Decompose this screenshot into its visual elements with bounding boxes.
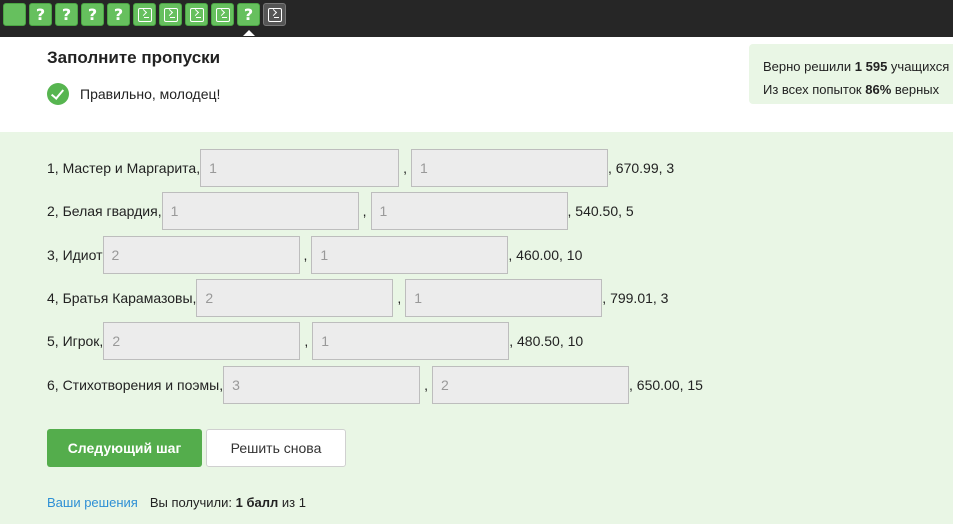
step-11[interactable]	[263, 3, 286, 26]
terminal-icon	[267, 7, 282, 22]
row-suffix: , 670.99, 3	[608, 160, 675, 176]
your-solutions-link[interactable]: Ваши решения	[47, 495, 138, 510]
step-9[interactable]	[211, 3, 234, 26]
row-prefix: 2, Белая гвардия,	[47, 203, 162, 219]
step-2[interactable]: ?	[29, 3, 52, 26]
gap-input[interactable]: 1	[161, 192, 359, 230]
gap-input[interactable]: 2	[196, 279, 394, 317]
step-1[interactable]	[3, 3, 26, 26]
gap-row: 5, Игрок, 2 , 1 , 480.50, 10	[47, 322, 583, 360]
gap-input[interactable]: 2	[103, 322, 301, 360]
gap-input[interactable]: 1	[411, 149, 609, 187]
checkmark-icon	[47, 83, 69, 105]
gap-row: 3, Идиот 2 , 1 , 460.00, 10	[47, 236, 582, 274]
stats-label: верных	[891, 82, 940, 97]
step-3[interactable]: ?	[55, 3, 78, 26]
gap-input[interactable]: 1	[405, 279, 603, 317]
row-separator: ,	[403, 160, 408, 176]
gap-row: 6, Стихотворения и поэмы, 3 , 2 , 650.00…	[47, 366, 703, 404]
gap-input[interactable]: 1	[370, 192, 568, 230]
gap-input[interactable]: 1	[311, 236, 509, 274]
row-prefix: 6, Стихотворения и поэмы,	[47, 377, 224, 393]
stats-label: учащихся	[887, 59, 950, 74]
step-8[interactable]	[185, 3, 208, 26]
step-header: Заполните пропуски Правильно, молодец! В…	[0, 37, 953, 132]
question-icon: ?	[87, 5, 98, 24]
stats-label: Из всех попыток	[763, 82, 866, 97]
question-icon: ?	[61, 5, 72, 24]
row-separator: ,	[362, 203, 367, 219]
question-icon: ?	[35, 5, 46, 24]
step-5[interactable]: ?	[107, 3, 130, 26]
row-separator: ,	[397, 290, 402, 306]
solved-count: 1 595	[854, 59, 888, 74]
row-separator: ,	[304, 333, 309, 349]
gap-input[interactable]: 1	[200, 149, 400, 187]
step-navigation-bar: ? ? ? ? ?	[0, 0, 953, 37]
step-4[interactable]: ?	[81, 3, 104, 26]
question-icon: ?	[243, 5, 254, 24]
gap-row: 4, Братья Карамазовы, 2 , 1 , 799.01, 3	[47, 279, 668, 317]
next-step-button[interactable]: Следующий шаг	[47, 429, 202, 467]
gap-input[interactable]: 2	[102, 236, 300, 274]
row-suffix: , 650.00, 15	[629, 377, 703, 393]
terminal-icon	[215, 7, 230, 22]
question-icon: ?	[113, 5, 124, 24]
terminal-icon	[189, 7, 204, 22]
success-percent: 86%	[865, 82, 892, 97]
step-6[interactable]	[133, 3, 156, 26]
terminal-icon	[137, 7, 152, 22]
row-separator: ,	[424, 377, 428, 393]
row-suffix: , 799.01, 3	[602, 290, 669, 306]
row-prefix: 3, Идиот	[47, 247, 103, 263]
solve-again-button[interactable]: Решить снова	[206, 429, 346, 467]
row-prefix: 5, Игрок,	[47, 333, 104, 349]
row-suffix: , 480.50, 10	[509, 333, 584, 349]
gap-input[interactable]: 1	[312, 322, 510, 360]
success-rate-line: Из всех попыток 86% верных	[763, 78, 953, 101]
gap-input[interactable]: 2	[432, 366, 629, 404]
row-prefix: 1, Мастер и Маргарита,	[47, 160, 201, 176]
solve-stats: Верно решили 1 595 учащихся Из всех попы…	[749, 44, 953, 104]
stats-label: Верно решили	[763, 59, 855, 74]
score-max: из 1	[278, 495, 306, 510]
step-10-current[interactable]: ?	[237, 3, 260, 26]
gap-row: 1, Мастер и Маргарита, 1 , 1 , 670.99, 3	[47, 149, 674, 187]
fill-gaps-area: 1, Мастер и Маргарита, 1 , 1 , 670.99, 3…	[0, 132, 953, 524]
score-label: Вы получили:	[149, 495, 236, 510]
page-title: Заполните пропуски	[47, 48, 221, 67]
success-text: Правильно, молодец!	[80, 86, 221, 102]
solved-count-line: Верно решили 1 595 учащихся	[763, 55, 953, 78]
result-footer: Ваши решения Вы получили: 1 балл из 1	[47, 495, 306, 510]
terminal-icon	[163, 7, 178, 22]
step-7[interactable]	[159, 3, 182, 26]
row-suffix: , 460.00, 10	[508, 247, 583, 263]
score-text: Вы получили: 1 балл из 1	[150, 495, 306, 510]
gap-input[interactable]: 3	[223, 366, 421, 404]
gap-row: 2, Белая гвардия, 1 , 1 , 540.50, 5	[47, 192, 634, 230]
row-prefix: 4, Братья Карамазовы,	[47, 290, 197, 306]
success-message: Правильно, молодец!	[47, 83, 220, 105]
score-value: 1 балл	[235, 495, 279, 510]
row-suffix: , 540.50, 5	[567, 203, 634, 219]
row-separator: ,	[303, 247, 308, 263]
